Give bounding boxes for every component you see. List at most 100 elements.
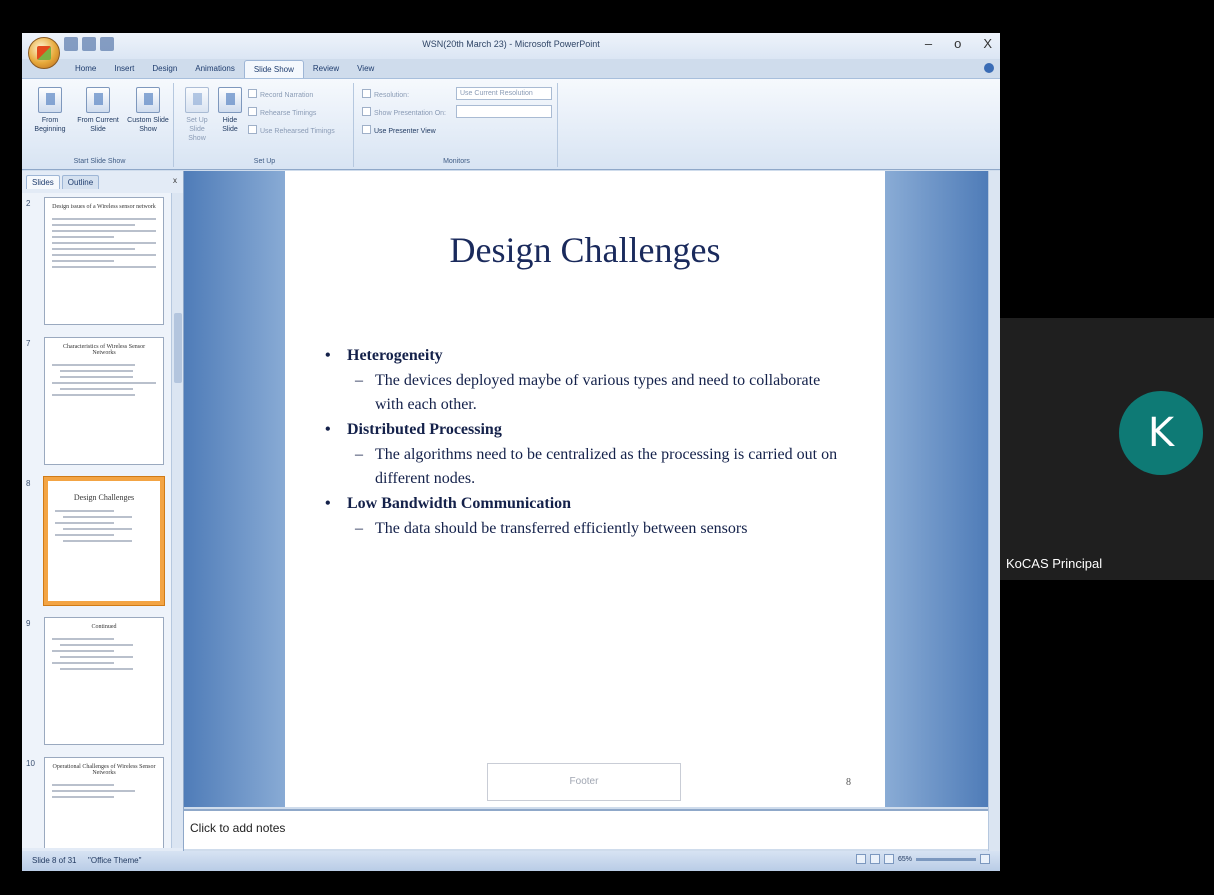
resolution-select[interactable]: Use Current Resolution (456, 87, 552, 100)
from-current-slide-button[interactable]: From Current Slide (76, 87, 120, 134)
slide-page-number: 8 (846, 777, 851, 788)
resolution-label: Resolution: (362, 89, 409, 99)
thumbnail-row[interactable]: 9 Continued (22, 613, 172, 753)
thumbnail-title: Operational Challenges of Wireless Senso… (52, 764, 156, 776)
fit-to-window-icon[interactable] (980, 854, 990, 864)
presenter-view-checkbox[interactable]: Use Presenter View (362, 125, 436, 135)
tab-view[interactable]: View (348, 60, 383, 78)
slide-thumbnails: 2 Design issues of a Wireless sensor net… (22, 193, 172, 848)
slide-scrollbar[interactable] (988, 171, 1000, 851)
ribbon: From Beginning From Current Slide Custom… (22, 78, 1000, 170)
participant-name: KoCAS Principal (1006, 556, 1103, 571)
pane-tabs: Slides Outline (26, 175, 100, 189)
setup-icon (185, 87, 209, 113)
avatar: K (1119, 391, 1203, 475)
monitors-group: Resolution: Use Current Resolution Show … (356, 83, 558, 167)
slide-thumbnail[interactable]: Design issues of a Wireless sensor netwo… (44, 197, 164, 325)
ribbon-tabs: Home Insert Design Animations Slide Show… (66, 60, 383, 78)
custom-show-label: Custom Slide Show (127, 117, 169, 133)
tab-review[interactable]: Review (304, 60, 348, 78)
projector-icon (86, 87, 110, 113)
theme-name: "Office Theme" (88, 856, 142, 865)
thumbnail-row[interactable]: 2 Design issues of a Wireless sensor net… (22, 193, 172, 333)
tab-home[interactable]: Home (66, 60, 105, 78)
from-beginning-button[interactable]: From Beginning (30, 87, 70, 134)
notes-placeholder: Click to add notes (190, 821, 286, 835)
slides-pane: Slides Outline x 2 Design issues of a Wi… (22, 171, 184, 851)
slide-editing-area: Design Challenges Heterogeneity The devi… (184, 171, 988, 807)
slide-sorter-icon[interactable] (869, 854, 880, 864)
slide-thumbnail[interactable]: Continued (44, 617, 164, 745)
thumbnail-row[interactable]: 10 Operational Challenges of Wireless Se… (22, 753, 172, 848)
notes-pane[interactable]: Click to add notes (184, 809, 988, 849)
status-bar: Slide 8 of 31 "Office Theme" 65% (22, 851, 1000, 871)
record-narration-option[interactable]: Record Narration (248, 89, 313, 99)
thumbnail-row-selected[interactable]: 8 Design Challenges (22, 473, 172, 613)
current-slide[interactable]: Design Challenges Heterogeneity The devi… (285, 171, 885, 807)
start-slide-show-group: From Beginning From Current Slide Custom… (26, 83, 174, 167)
thumbnail-row[interactable]: 7 Characteristics of Wireless Sensor Net… (22, 333, 172, 473)
tab-slide-show[interactable]: Slide Show (243, 60, 304, 78)
zoom-slider[interactable] (916, 857, 976, 861)
maximize-button[interactable]: o (954, 36, 961, 51)
office-button[interactable] (28, 37, 60, 69)
slide-bullets[interactable]: Heterogeneity The devices deployed maybe… (325, 347, 845, 545)
group-label: Start Slide Show (73, 158, 126, 165)
bullet-detail: The algorithms need to be centralized as… (325, 443, 845, 491)
slide-title[interactable]: Design Challenges (285, 229, 885, 271)
setup-label: Set Up Slide Show (186, 117, 208, 142)
set-up-group: Set Up Slide Show Hide Slide Record Narr… (176, 83, 354, 167)
show-on-label: Show Presentation On: (362, 107, 446, 117)
window-title: WSN(20th March 23) - Microsoft PowerPoin… (422, 39, 600, 49)
zoom-controls: 65% (855, 854, 990, 864)
group-label: Set Up (253, 158, 276, 165)
bullet-heading: Distributed Processing (325, 421, 845, 439)
slide-footer[interactable]: Footer (487, 763, 681, 801)
hide-slide-label: Hide Slide (222, 117, 238, 133)
help-icon[interactable] (984, 63, 994, 73)
tab-slides[interactable]: Slides (26, 175, 60, 189)
slide-number: 9 (26, 619, 31, 628)
tab-animations[interactable]: Animations (186, 60, 244, 78)
slide-number: 8 (26, 479, 31, 488)
bullet-detail: The devices deployed maybe of various ty… (325, 369, 845, 417)
slide-number: 2 (26, 199, 31, 208)
custom-show-icon (136, 87, 160, 113)
slide-thumbnail[interactable]: Operational Challenges of Wireless Senso… (44, 757, 164, 848)
projector-icon (38, 87, 62, 113)
zoom-level[interactable]: 65% (898, 856, 912, 863)
bullet-heading: Low Bandwidth Communication (325, 495, 845, 513)
rehearse-timings-option[interactable]: Rehearse Timings (248, 107, 316, 117)
show-on-select[interactable] (456, 105, 552, 118)
powerpoint-window: WSN(20th March 23) - Microsoft PowerPoin… (22, 33, 1000, 871)
window-controls: – o X (925, 36, 992, 51)
thumbnail-title: Characteristics of Wireless Sensor Netwo… (62, 344, 146, 356)
use-rehearsed-timings-checkbox[interactable]: Use Rehearsed Timings (248, 125, 335, 135)
slide-thumbnail[interactable]: Characteristics of Wireless Sensor Netwo… (44, 337, 164, 465)
pane-scrollbar[interactable] (171, 193, 183, 848)
slide-number: 10 (26, 759, 35, 768)
bullet-heading: Heterogeneity (325, 347, 845, 365)
hide-slide-button[interactable]: Hide Slide (216, 87, 244, 134)
tab-design[interactable]: Design (143, 60, 186, 78)
minimize-button[interactable]: – (925, 36, 932, 51)
tab-insert[interactable]: Insert (105, 60, 143, 78)
meeting-stage: WSN(20th March 23) - Microsoft PowerPoin… (0, 0, 1214, 895)
group-label: Monitors (443, 158, 470, 165)
scrollbar-thumb[interactable] (174, 313, 182, 383)
thumbnail-title: Continued (91, 624, 117, 630)
normal-view-icon[interactable] (855, 854, 866, 864)
close-button[interactable]: X (983, 36, 992, 51)
custom-slide-show-button[interactable]: Custom Slide Show (126, 87, 170, 134)
slide-number: 7 (26, 339, 31, 348)
slide-show-icon[interactable] (883, 854, 894, 864)
close-pane-icon[interactable]: x (173, 176, 177, 185)
from-current-label: From Current Slide (77, 117, 119, 133)
slide-thumbnail-selected[interactable]: Design Challenges (44, 477, 164, 605)
set-up-slide-show-button[interactable]: Set Up Slide Show (180, 87, 214, 143)
thumbnail-title: Design issues of a Wireless sensor netwo… (52, 204, 156, 210)
thumbnail-title: Design Challenges (73, 493, 135, 502)
from-beginning-label: From Beginning (34, 117, 66, 133)
hide-slide-icon (218, 87, 242, 113)
tab-outline[interactable]: Outline (61, 175, 100, 189)
